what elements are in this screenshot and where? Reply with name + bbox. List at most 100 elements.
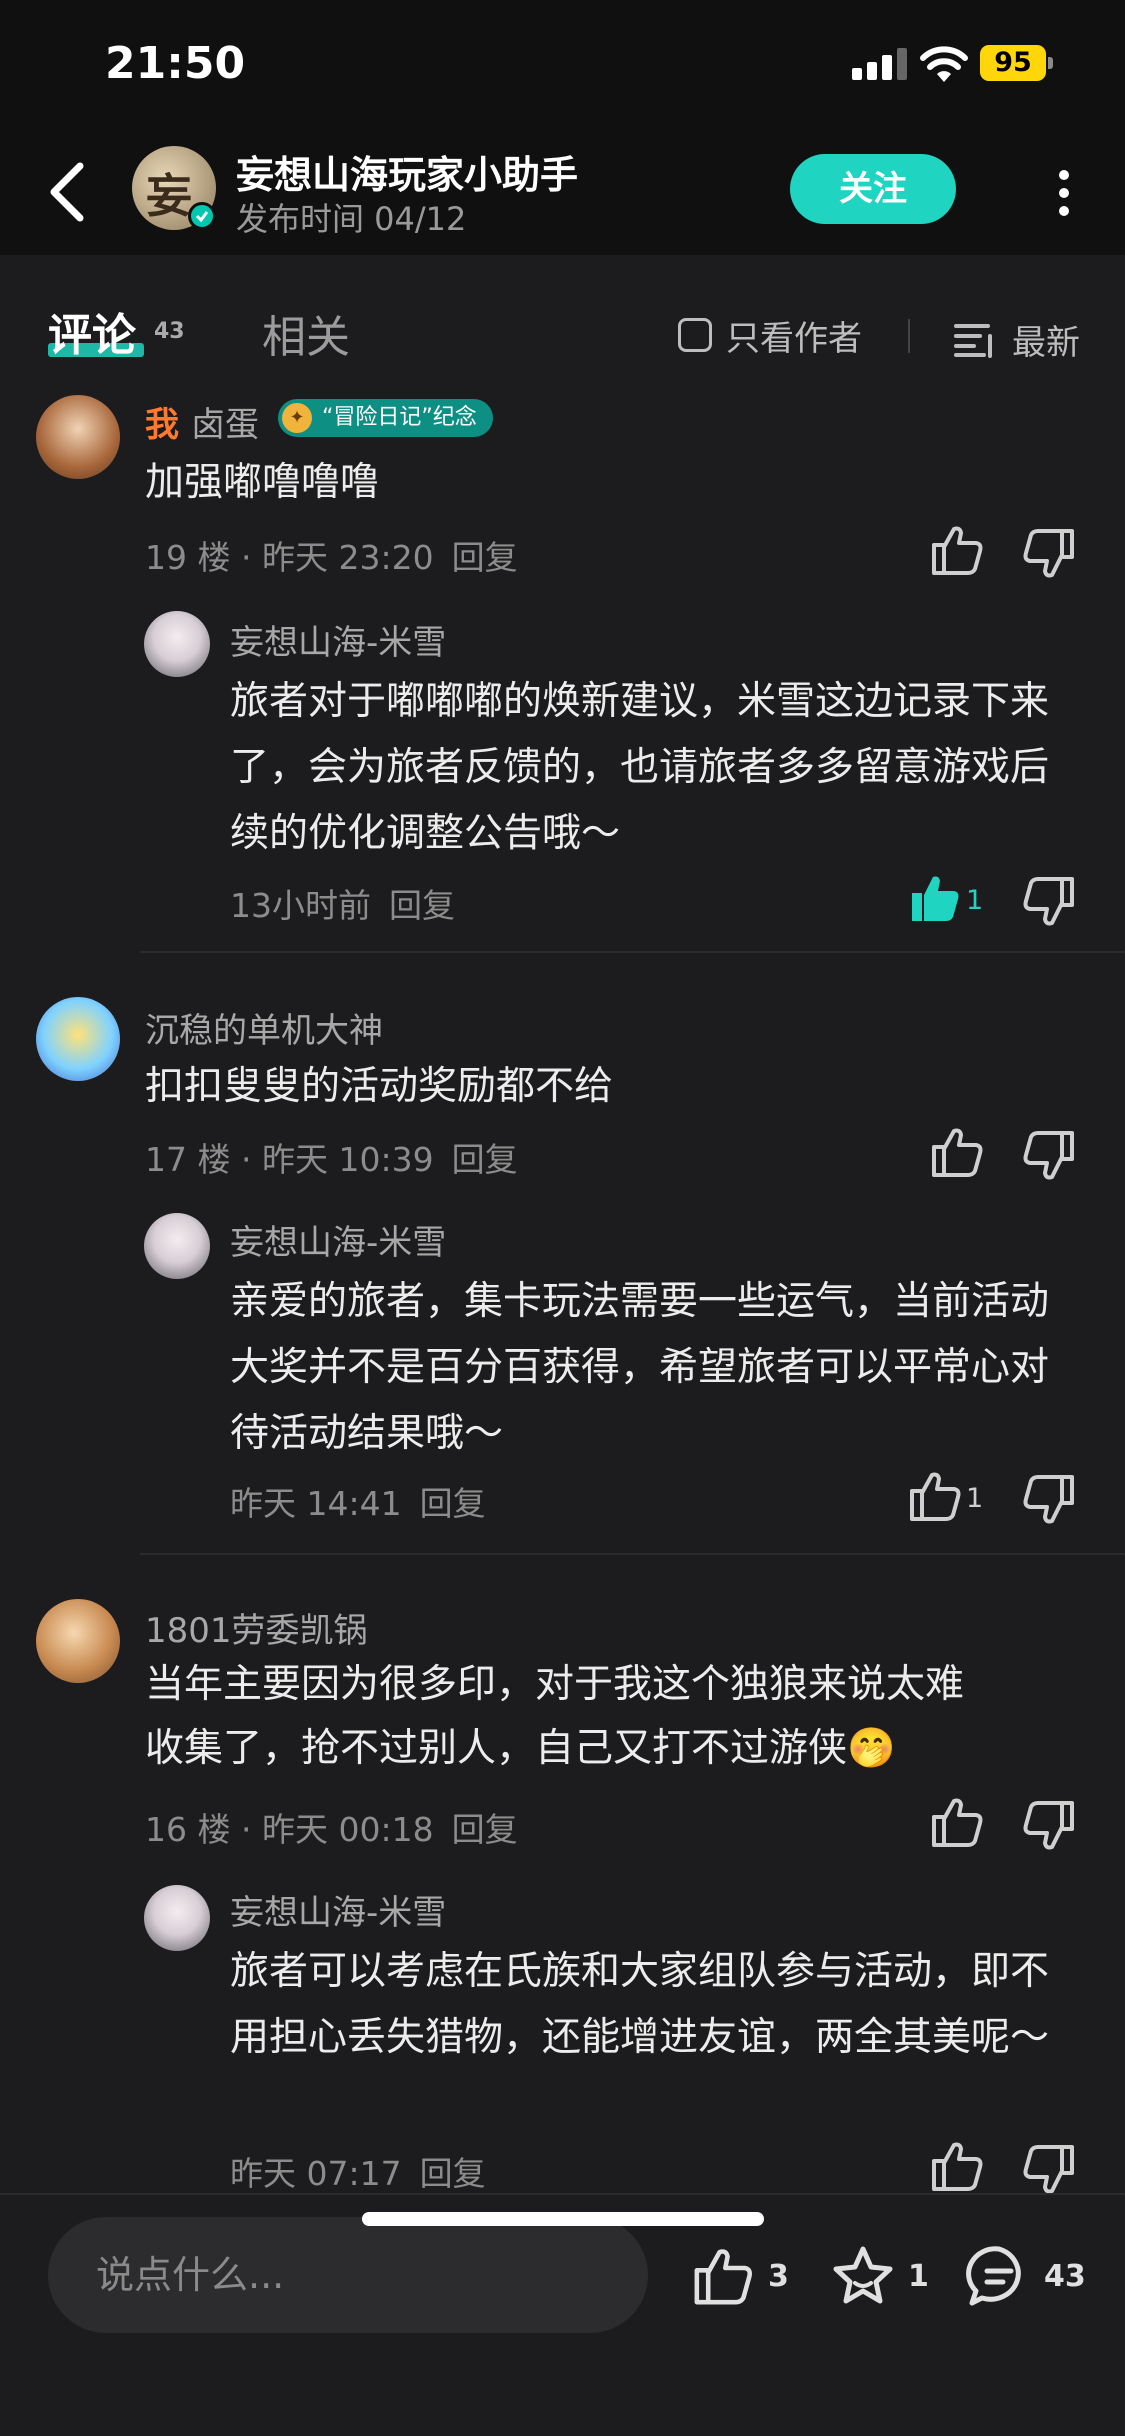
sort-button[interactable]: 最新 [954, 315, 1080, 364]
comment-meta: 16 楼 · 昨天 00:18 回复 [145, 1810, 518, 1849]
post-header: 妄 妄想山海玩家小助手 发布时间 04/12 关注 [0, 130, 1125, 255]
comment-item: 1801劳委凯锅 当年主要因为很多印，对于我这个独狼来说太难收集了，抢不过别人，… [0, 1577, 1125, 2193]
thumb-up-icon[interactable] [928, 1793, 986, 1851]
comment-count: 43 [1044, 2258, 1086, 2294]
comment-icon [966, 2246, 1021, 2306]
comment-meta: 17 楼 · 昨天 10:39 回复 [145, 1140, 518, 1179]
comment-input[interactable]: 说点什么... [48, 2217, 648, 2333]
badge-label: “冒险日记”纪念 [322, 405, 477, 430]
comment-time: 昨天 10:39 [261, 1140, 434, 1179]
thumb-down-icon[interactable] [1020, 1471, 1078, 1529]
favorite-count: 1 [908, 2258, 929, 2294]
comment-button[interactable]: 43 [966, 2241, 1086, 2311]
comment-feed[interactable]: 我卤蛋 ✦ “冒险日记”纪念 加强嘟噜噜噜 19 楼 · 昨天 23:20 回复 … [0, 375, 1125, 2193]
me-tag: 我 [145, 405, 179, 445]
comment-item: 沉稳的单机大神 扣扣叟叟的活动奖励都不给 17 楼 · 昨天 10:39 回复 妄… [0, 975, 1125, 1575]
avatar-glyph: 妄 [146, 169, 192, 223]
status-bar: 21:50 95 [0, 0, 1125, 130]
author-only-label: 只看作者 [726, 318, 862, 359]
comment-text: 加强嘟噜噜噜 [145, 460, 380, 505]
reply-avatar[interactable] [144, 1885, 210, 1951]
comment-time: 昨天 23:20 [261, 538, 434, 577]
commenter-name-text: 卤蛋 [191, 405, 259, 445]
divider [140, 951, 1125, 953]
commenter-avatar[interactable] [36, 395, 120, 479]
reply-link[interactable]: 回复 [452, 1140, 518, 1179]
thumb-down-icon[interactable] [1020, 525, 1078, 583]
thumb-up-icon[interactable] [906, 869, 964, 927]
commenter-name[interactable]: 我卤蛋 [145, 397, 259, 446]
signal-icon [852, 48, 910, 80]
reply-author-name[interactable]: 妄想山海-米雪 [230, 615, 446, 664]
thumb-up-icon[interactable] [906, 1467, 964, 1525]
reply-like-count: 1 [966, 1483, 984, 1514]
reply-author-name[interactable]: 妄想山海-米雪 [230, 1215, 446, 1264]
reply-link[interactable]: 回复 [452, 1810, 518, 1849]
thumb-down-icon[interactable] [1020, 873, 1078, 931]
verified-icon [188, 202, 216, 230]
bottom-action-bar: 说点什么... 3 1 43 [0, 2193, 1125, 2436]
commenter-avatar[interactable] [36, 997, 120, 1081]
like-button[interactable]: 3 [690, 2241, 789, 2311]
star-icon [833, 2246, 893, 2304]
home-indicator [362, 2212, 764, 2226]
reply-link[interactable]: 回复 [452, 538, 518, 577]
publish-time: 发布时间 04/12 [236, 200, 467, 238]
comments-count: 43 [154, 319, 185, 344]
reply-link[interactable]: 回复 [389, 886, 455, 925]
author-name[interactable]: 妄想山海玩家小助手 [236, 144, 578, 199]
battery-level: 95 [980, 45, 1046, 81]
floor-number: 16 楼 [145, 1810, 231, 1849]
reply-meta: 昨天 14:41 回复 [230, 1477, 486, 1525]
reply-link[interactable]: 回复 [420, 2154, 486, 2193]
comment-item: 我卤蛋 ✦ “冒险日记”纪念 加强嘟噜噜噜 19 楼 · 昨天 23:20 回复 … [0, 375, 1125, 955]
thumb-down-icon[interactable] [1020, 2141, 1078, 2193]
thumb-up-icon[interactable] [928, 521, 986, 579]
comment-text: 扣扣叟叟的活动奖励都不给 [145, 1064, 614, 1109]
tab-bar: 评论 43 相关 只看作者 最新 [0, 255, 1125, 375]
divider [140, 1553, 1125, 1555]
badge-icon: ✦ [282, 403, 312, 433]
floor-number: 17 楼 [145, 1140, 231, 1179]
commenter-name[interactable]: 沉稳的单机大神 [145, 1003, 383, 1052]
comment-time: 昨天 00:18 [261, 1810, 434, 1849]
reply-text: 旅者对于嘟嘟嘟的焕新建议，米雪这边记录下来了，会为旅者反馈的，也请旅者多多留意游… [230, 679, 1050, 856]
wifi-icon [920, 46, 968, 82]
reply-text: 旅者可以考虑在氏族和大家组队参与活动，即不用担心丢失猎物，还能增进友谊，两全其美… [230, 1949, 1050, 2060]
reply-author-name[interactable]: 妄想山海-米雪 [230, 1885, 446, 1934]
tab-related[interactable]: 相关 [262, 301, 350, 365]
more-icon[interactable] [1050, 164, 1078, 220]
battery-icon: 95 [980, 45, 1053, 81]
reply-avatar[interactable] [144, 611, 210, 677]
reply-time: 13小时前 [230, 886, 371, 925]
comment-meta: 19 楼 · 昨天 23:20 回复 [145, 538, 518, 577]
reply-time: 昨天 07:17 [230, 2154, 402, 2193]
thumb-down-icon[interactable] [1020, 1127, 1078, 1185]
checkbox-icon[interactable] [678, 318, 712, 352]
reply-meta: 昨天 07:17 回复 [230, 2147, 486, 2193]
thumb-up-icon[interactable] [928, 2137, 986, 2193]
sort-icon [954, 323, 992, 358]
reply-meta: 13小时前 回复 [230, 879, 455, 927]
reply-link[interactable]: 回复 [420, 1484, 486, 1523]
floor-number: 19 楼 [145, 538, 231, 577]
favorite-button[interactable]: 1 [830, 2241, 929, 2311]
follow-button[interactable]: 关注 [790, 154, 956, 224]
like-count: 3 [768, 2258, 789, 2294]
back-icon[interactable] [40, 156, 100, 228]
tab-comments[interactable]: 评论 [48, 299, 136, 363]
reply-like-count: 1 [966, 885, 984, 916]
comment-text-body: 当年主要因为很多印，对于我这个独狼来说太难收集了，抢不过别人，自己又打不过游侠 [145, 1662, 965, 1771]
thumb-up-icon [690, 2243, 756, 2309]
commenter-avatar[interactable] [36, 1599, 120, 1683]
sort-label: 最新 [1012, 323, 1080, 363]
reply-avatar[interactable] [144, 1213, 210, 1279]
emoji-icon: 🤭 [847, 1726, 896, 1771]
thumb-down-icon[interactable] [1020, 1797, 1078, 1855]
achievement-badge[interactable]: ✦ “冒险日记”纪念 [278, 399, 493, 437]
commenter-name[interactable]: 1801劳委凯锅 [145, 1603, 368, 1652]
divider [908, 319, 910, 353]
thumb-up-icon[interactable] [928, 1123, 986, 1181]
author-only-toggle[interactable]: 只看作者 [678, 315, 862, 359]
comment-text: 当年主要因为很多印，对于我这个独狼来说太难收集了，抢不过别人，自己又打不过游侠🤭 [145, 1653, 985, 1781]
